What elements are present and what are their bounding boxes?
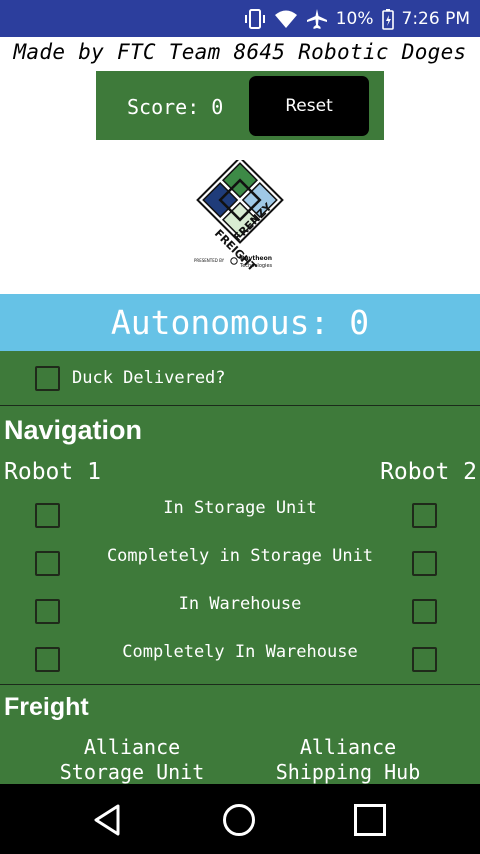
navigation-title: Navigation bbox=[4, 415, 143, 445]
divider bbox=[0, 405, 480, 406]
freight-col1-line2: Storage Unit bbox=[59, 760, 205, 784]
robot2-in-storage-unit-checkbox[interactable] bbox=[412, 503, 437, 528]
score-label: Score: 0 bbox=[127, 95, 224, 119]
robot-2-label: Robot 2 bbox=[380, 459, 477, 485]
reset-button[interactable]: Reset bbox=[249, 76, 369, 136]
robot2-completely-in-warehouse-checkbox[interactable] bbox=[412, 647, 437, 672]
navigation-bar bbox=[0, 784, 480, 854]
robot2-completely-in-storage-unit-checkbox[interactable] bbox=[412, 551, 437, 576]
vibrate-icon bbox=[244, 8, 266, 30]
sponsor-mark-icon bbox=[230, 257, 238, 265]
freight-col2-line1: Alliance bbox=[299, 735, 397, 759]
logo-sponsor: Raytheon bbox=[240, 255, 272, 262]
freight-col2-line2: Shipping Hub bbox=[275, 760, 421, 784]
status-bar: 10% 7:26 PM bbox=[0, 0, 480, 37]
battery-percent: 10% bbox=[335, 8, 374, 29]
robot-1-label: Robot 1 bbox=[4, 459, 101, 485]
score-panel: Score: 0 Reset bbox=[96, 71, 384, 140]
freight-frenzy-logo: FREIGHT FRENZY PRESENTED BY Raytheon Tec… bbox=[188, 156, 292, 274]
divider bbox=[0, 684, 480, 685]
nav-row-label: In Storage Unit bbox=[163, 498, 317, 518]
freight-col1-line1: Alliance bbox=[83, 735, 181, 759]
alliance-storage-unit-header: Alliance Storage Unit bbox=[32, 735, 232, 785]
battery-icon bbox=[381, 8, 394, 30]
scoring-panel: Duck Delivered? Navigation Robot 1 Robot… bbox=[0, 351, 480, 784]
robot2-in-warehouse-checkbox[interactable] bbox=[412, 599, 437, 624]
home-icon[interactable] bbox=[221, 802, 257, 838]
airplane-icon bbox=[306, 8, 328, 30]
nav-row-label: Completely in Storage Unit bbox=[106, 546, 374, 566]
logo-sponsor-sub: Technologies bbox=[239, 263, 273, 269]
alliance-shipping-hub-header: Alliance Shipping Hub bbox=[248, 735, 448, 785]
team-credit: Made by FTC Team 8645 Robotic Doges bbox=[13, 40, 467, 64]
nav-row-label: In Warehouse bbox=[178, 594, 302, 614]
wifi-icon bbox=[274, 9, 298, 29]
autonomous-header: Autonomous: 0 bbox=[0, 294, 480, 351]
duck-delivered-label: Duck Delivered? bbox=[72, 368, 226, 388]
back-icon[interactable] bbox=[90, 802, 126, 838]
clock: 7:26 PM bbox=[401, 8, 471, 29]
nav-row-label: Completely In Warehouse bbox=[122, 642, 358, 662]
duck-delivered-checkbox[interactable] bbox=[35, 366, 60, 391]
freight-title: Freight bbox=[4, 693, 89, 721]
recents-icon[interactable] bbox=[352, 802, 388, 838]
logo-presented-by: PRESENTED BY bbox=[194, 258, 225, 263]
